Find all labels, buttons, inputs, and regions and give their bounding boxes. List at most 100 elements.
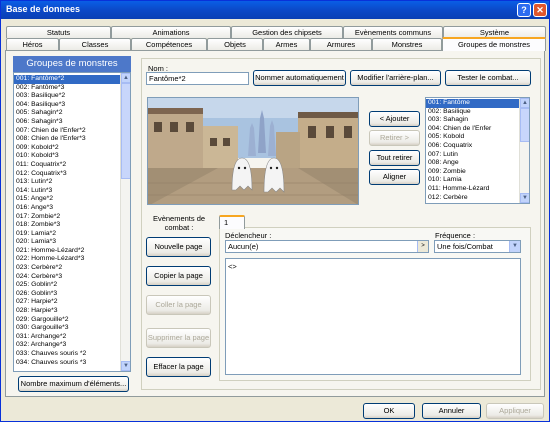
scroll-up-icon[interactable]: ▲ [520,98,529,108]
remove-monster-button[interactable]: Retirer > [369,130,420,146]
frequency-value: Une fois/Combat [437,242,493,251]
list-item[interactable]: 016: Ange*3 [14,204,120,213]
window-title: Base de donnees [6,4,81,14]
list-item[interactable]: 003: Sahagin [426,116,519,125]
list-item[interactable]: 031: Archange*2 [14,333,120,342]
tab-h-ros[interactable]: Héros [6,38,59,50]
list-item[interactable]: 019: Lamia*2 [14,230,120,239]
command-line[interactable]: <> [228,262,237,271]
remove-all-button[interactable]: Tout retirer [369,150,420,166]
cancel-button[interactable]: Annuler [422,403,481,419]
list-item[interactable]: 014: Lutin*3 [14,187,120,196]
name-field[interactable]: Fantôme*2 [146,72,249,85]
new-page-button[interactable]: Nouvelle page [146,237,211,257]
scroll-down-icon[interactable]: ▼ [520,193,529,203]
frequency-select[interactable]: Une fois/Combat ▼ [434,240,521,253]
list-item[interactable]: 030: Gargouille*3 [14,324,120,333]
help-button[interactable]: ? [517,3,531,17]
list-item[interactable]: 002: Fantôme*3 [14,84,120,93]
tabs-row-2: Héros Classes Compétences Objets Armes Armure… [6,37,546,51]
ok-button[interactable]: OK [363,403,415,419]
list-item[interactable]: 002: Basilique [426,108,519,117]
list-item[interactable]: 001: Fantôme [426,99,519,108]
clear-page-button[interactable]: Effacer la page [146,357,211,377]
group-list[interactable]: 001: Fantôme*2 002: Fantôme*3 003: Basiliq… [13,72,131,372]
list-item[interactable]: 032: Archange*3 [14,341,120,350]
list-item[interactable]: 029: Gargouille*2 [14,316,120,325]
list-item[interactable]: 007: Lutin [426,151,519,160]
list-item[interactable]: 024: Cerbère*3 [14,273,120,282]
copy-page-button[interactable]: Copier la page [146,266,211,286]
delete-page-button[interactable]: Supprimer la page [146,328,211,348]
monster-list[interactable]: 001: Fantôme 002: Basilique 003: Sahagin 00… [425,97,530,204]
tab-armures[interactable]: Armures [310,38,372,50]
list-item[interactable]: 013: Lutin*2 [14,178,120,187]
apply-button[interactable]: Appliquer [486,403,544,419]
trigger-field[interactable]: Aucun(e) > [225,240,429,253]
tab-animations[interactable]: Animations [111,26,231,38]
list-item[interactable]: 025: Goblin*2 [14,281,120,290]
list-item[interactable]: 012: Cerbère [426,194,519,203]
test-battle-button[interactable]: Tester le combat... [445,70,531,86]
list-item[interactable]: 003: Basilique*2 [14,92,120,101]
scroll-thumb[interactable] [520,108,529,142]
list-item[interactable]: 012: Coquatrix*3 [14,170,120,179]
list-item[interactable]: 004: Basilique*3 [14,101,120,110]
chevron-down-icon[interactable]: ▼ [509,241,520,252]
list-item[interactable]: 001: Fantôme*2 [14,75,120,84]
title-bar[interactable]: Base de donnees ? ✕ [1,1,549,19]
list-item[interactable]: 004: Chien de l'Enfer [426,125,519,134]
tab-comp-tences[interactable]: Compétences [131,38,207,50]
change-background-button[interactable]: Modifier l'arrière-plan... [350,70,441,86]
tab-monstres[interactable]: Monstres [372,38,442,50]
scroll-up-icon[interactable]: ▲ [121,73,130,83]
scroll-thumb[interactable] [121,83,130,179]
list-item[interactable]: 006: Sahagin*3 [14,118,120,127]
list-item[interactable]: 008: Chien de l'Enfer*3 [14,135,120,144]
list-item[interactable]: 005: Sahagin*2 [14,109,120,118]
list-item[interactable]: 018: Zombie*3 [14,221,120,230]
tab-groupes-de-monstres[interactable]: Groupes de monstres [442,37,546,51]
event-commands-editor[interactable]: <> [225,258,521,375]
list-item[interactable]: 007: Chien de l'Enfer*2 [14,127,120,136]
list-item[interactable]: 011: Coquatrix*2 [14,161,120,170]
monster-list-scrollbar[interactable]: ▲ ▼ [519,98,529,203]
list-item[interactable]: 026: Goblin*3 [14,290,120,299]
list-item[interactable]: 022: Homme-Lézard*3 [14,255,120,264]
list-item[interactable]: 011: Homme-Lézard [426,185,519,194]
tab-statuts[interactable]: Statuts [6,26,111,38]
list-item[interactable]: 034: Chauves souris *3 [14,359,120,368]
add-monster-button[interactable]: < Ajouter [369,111,420,127]
ellipsis-icon[interactable]: > [417,241,428,252]
scroll-down-icon[interactable]: ▼ [121,361,130,371]
group-list-scrollbar[interactable]: ▲ ▼ [120,73,130,371]
tab-objets[interactable]: Objets [207,38,263,50]
list-item[interactable]: 009: Zombie [426,168,519,177]
paste-page-button[interactable]: Coller la page [146,295,211,315]
list-item[interactable]: 010: Lamia [426,176,519,185]
list-item[interactable]: 021: Homme-Lézard*2 [14,247,120,256]
battle-preview[interactable] [147,97,359,205]
max-elements-button[interactable]: Nombre maximum d'éléments... [18,376,129,392]
tab-gestion-des-chipsets[interactable]: Gestion des chipsets [231,26,343,38]
tab-ev-nements-communs[interactable]: Evènements communs [343,26,443,38]
align-button[interactable]: Aligner [369,169,420,185]
list-item[interactable]: 028: Harpie*3 [14,307,120,316]
close-button[interactable]: ✕ [533,3,547,17]
list-item[interactable]: 017: Zombie*2 [14,213,120,222]
list-item[interactable]: 008: Ange [426,159,519,168]
list-item[interactable]: 020: Lamia*3 [14,238,120,247]
list-item[interactable]: 009: Kobold*2 [14,144,120,153]
events-label: Evènements de combat : [152,214,206,232]
list-item[interactable]: 005: Kobold [426,133,519,142]
list-item[interactable]: 015: Ange*2 [14,195,120,204]
list-item[interactable]: 027: Harpie*2 [14,298,120,307]
auto-name-button[interactable]: Nommer automatiquement [253,70,346,86]
list-item[interactable]: 010: Kobold*3 [14,152,120,161]
list-item[interactable]: 033: Chauves souris *2 [14,350,120,359]
list-item[interactable]: 006: Coquatrix [426,142,519,151]
tab-armes[interactable]: Armes [263,38,310,50]
tab-classes[interactable]: Classes [59,38,131,50]
event-page-tab-1[interactable]: 1 [219,215,245,229]
list-item[interactable]: 023: Cerbère*2 [14,264,120,273]
